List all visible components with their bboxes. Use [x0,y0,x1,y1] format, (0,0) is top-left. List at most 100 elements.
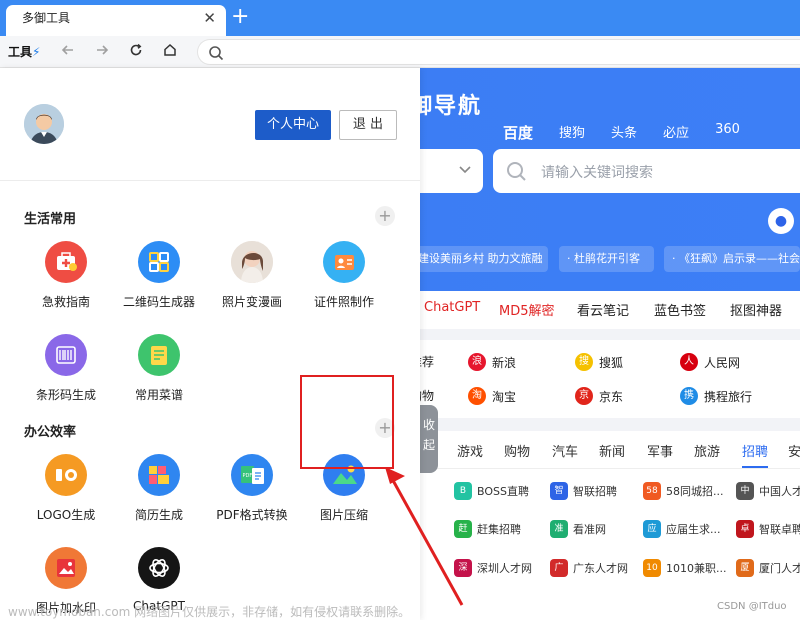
job-link[interactable]: 准看准网 [550,520,606,538]
site-link[interactable]: 携携程旅行 [680,387,752,405]
avatar[interactable] [24,104,64,144]
job-link[interactable]: 广广东人才网 [550,559,628,577]
chinahr-icon: 中 [736,482,754,500]
news-item[interactable]: 建设美丽乡村 助力文旅融 [410,246,548,272]
site-label: 携程旅行 [704,389,753,404]
tool-label: 图片压缩 [319,508,368,522]
section-title-office: 办公效率 [24,425,77,440]
chatgpt-icon [138,547,180,589]
tab-category[interactable]: 旅游 [694,441,720,460]
tab-category[interactable]: 游戏 [457,441,483,460]
site-link[interactable]: 人人民网 [680,353,740,371]
tool-photo-cartoon[interactable]: 照片变漫画 [206,241,298,310]
tab-category-active[interactable]: 招聘 [742,441,769,468]
baidu-paw-icon[interactable]: ● [768,208,794,234]
job-label: 广东人才网 [573,562,628,575]
news-item[interactable]: · 杜鹃花开引客 [559,246,654,272]
site-link[interactable]: 搜搜狐 [575,353,623,371]
tool-qrcode[interactable]: 二维码生成器 [113,241,205,310]
tool-recipes[interactable]: 常用菜谱 [113,334,205,403]
first-aid-icon [45,241,87,283]
job-label: 中国人才 [759,485,800,498]
resume-icon [138,454,180,496]
qrcode-icon [138,241,180,283]
engine-tab[interactable]: 必应 [663,122,689,143]
tool-label: 简历生成 [134,508,183,522]
red-arrow-annotation [385,467,464,606]
new-tab-icon[interactable]: + [231,4,249,30]
logout-button[interactable]: 退 出 [339,110,397,140]
job-link[interactable]: 智智联招聘 [550,482,617,500]
back-icon[interactable] [56,40,80,64]
home-icon[interactable] [158,40,182,64]
tool-first-aid[interactable]: 急救指南 [20,241,112,310]
tool-label: 照片变漫画 [221,295,282,309]
watermark-icon [45,547,87,589]
tools-panel: 个人中心 退 出 生活常用 + 急救指南 二维码生成器 照片变漫画 证件照制作 … [0,68,420,620]
highlight-box [300,375,394,469]
tab-category[interactable]: 汽车 [552,441,578,460]
engine-tab[interactable]: 360 [715,122,740,143]
pdf-convert-icon: PDF [231,454,273,496]
job-link[interactable]: 应应届生求... [643,520,721,538]
job-link[interactable]: 58 58同城招... [643,482,724,500]
tool-id-photo[interactable]: 证件照制作 [298,241,390,310]
site-label: 人民网 [704,355,741,370]
people-icon: 人 [680,353,698,371]
tab-category[interactable]: 安 [788,441,800,460]
tool-logo-maker[interactable]: LOGO生成 [20,454,112,523]
divider [0,180,420,181]
forward-icon[interactable] [90,40,114,64]
tools-menu-button[interactable]: 工具⚡ [8,43,40,60]
job-label: 看准网 [573,523,606,536]
quick-link[interactable]: ChatGPT [424,300,480,315]
engine-tab[interactable]: 头条 [611,122,637,143]
job-label: 赶集招聘 [477,523,521,536]
watermark-text: www.toymoban.com 网络图片仅供展示，非存储，如有侵权请联系删除。 [8,605,411,619]
quick-link[interactable]: 蓝色书签 [654,300,706,319]
quick-links: ChatGPT MD5解密 看云笔记 蓝色书签 抠图神器 [410,291,800,329]
user-center-button[interactable]: 个人中心 [255,110,331,140]
job-label: 1010兼职... [666,562,727,575]
close-tab-icon[interactable]: ✕ [203,5,216,32]
engine-select[interactable] [410,149,483,193]
add-life-tool-icon[interactable]: + [375,206,395,226]
site-label: 淘宝 [492,389,517,404]
quick-link[interactable]: 抠图神器 [730,300,782,319]
search-icon [209,46,224,61]
news-item[interactable]: · 《狂飙》启示录——社会 [664,246,800,272]
quick-link[interactable]: MD5解密 [499,300,555,319]
tool-resume[interactable]: 简历生成 [113,454,205,523]
site-link[interactable]: 淘淘宝 [468,387,516,405]
site-link[interactable]: 京京东 [575,387,623,405]
job-link[interactable]: 卓智联卓聘 [736,520,800,538]
job-link[interactable]: 中中国人才 [736,482,800,500]
1010-icon: 10 [643,559,661,577]
engine-tab[interactable]: 搜狗 [559,122,585,143]
tab-category[interactable]: 购物 [504,441,530,460]
reload-icon[interactable] [124,40,148,64]
category-tabs: 视频 游戏 购物 汽车 新闻 军事 旅游 招聘 安 [410,431,800,469]
site-link[interactable]: 浪新浪 [468,353,516,371]
quick-link[interactable]: 看云笔记 [577,300,629,319]
tool-barcode[interactable]: 条形码生成 [20,334,112,403]
taobao-icon: 淘 [468,387,486,405]
job-link[interactable]: 10 1010兼职... [643,559,726,577]
site-grid: 推荐 浪新浪 搜搜狐 人人民网 购物 淘淘宝 京京东 携携程旅行 [410,340,800,418]
tool-pdf-convert[interactable]: PDF PDF格式转换 [206,454,298,523]
address-bar[interactable] [197,39,800,65]
tab-category[interactable]: 新闻 [599,441,625,460]
job-link[interactable]: 厦厦门人才 [736,559,800,577]
sohu-icon: 搜 [575,353,593,371]
svg-text:PDF: PDF [243,473,253,479]
search-input[interactable]: 请输入关键词搜索 [493,149,800,193]
collapse-panel-button[interactable]: 收起 [420,405,438,473]
section-title-life: 生活常用 [24,212,77,227]
engine-tab[interactable]: 百度 [503,122,533,143]
tool-label: 二维码生成器 [122,295,195,309]
zhuopin-icon: 卓 [736,520,754,538]
browser-tab[interactable]: 多御工具 ✕ [6,5,226,36]
tool-label: 条形码生成 [35,388,96,402]
tab-category[interactable]: 军事 [647,441,673,460]
chevron-down-icon [459,166,471,174]
